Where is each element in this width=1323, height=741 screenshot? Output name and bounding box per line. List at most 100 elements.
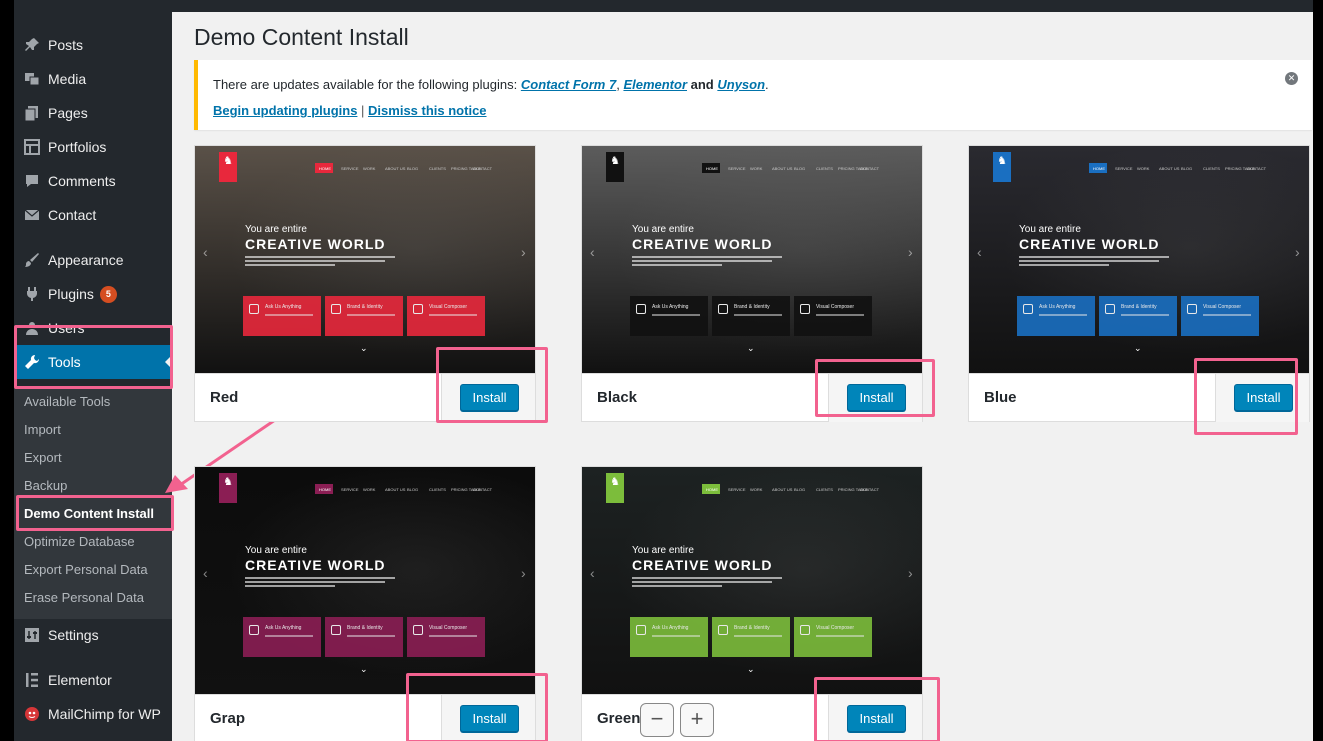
close-icon[interactable]: ✕ bbox=[1285, 72, 1298, 85]
scroll-down-icon: ⌄ bbox=[360, 664, 368, 674]
thumb-feature-box: Brand & Identity bbox=[1099, 296, 1177, 336]
scroll-down-icon: ⌄ bbox=[1134, 343, 1142, 353]
thumb-nav-item: CONTACT bbox=[473, 166, 493, 171]
feature-icon bbox=[331, 304, 341, 314]
slider-prev-icon: ‹ bbox=[977, 244, 982, 260]
feature-icon bbox=[636, 625, 646, 635]
sidebar-item-media[interactable]: Media bbox=[14, 62, 172, 96]
feature-icon bbox=[413, 625, 423, 635]
thumb-nav-item: WORK bbox=[750, 487, 763, 492]
thumb-feature-title: Visual Composer bbox=[429, 625, 467, 631]
plugin-update-notice: There are updates available for the foll… bbox=[194, 60, 1312, 130]
notice-divider: | bbox=[357, 103, 369, 118]
thumb-headline: CREATIVE WORLD bbox=[1019, 236, 1160, 252]
sidebar-item-contact[interactable]: Contact bbox=[14, 198, 172, 232]
thumb-feature-box: Ask Us Anything bbox=[243, 296, 321, 336]
thumb-feature-box: Visual Composer bbox=[407, 617, 485, 657]
feature-icon bbox=[413, 304, 423, 314]
thumb-feature-box: Ask Us Anything bbox=[1017, 296, 1095, 336]
thumb-headline: CREATIVE WORLD bbox=[632, 557, 773, 573]
plugin-link-contact-form-7[interactable]: Contact Form 7 bbox=[521, 77, 616, 92]
demo-thumbnail[interactable]: ♞ HOME SERVICE WORK ABOUT US BLOG CLIENTS PRIC… bbox=[582, 467, 922, 694]
thumb-nav-item: CONTACT bbox=[860, 166, 880, 171]
sidebar-item-elementor[interactable]: Elementor bbox=[14, 663, 172, 697]
pages-icon bbox=[22, 103, 42, 123]
settings-icon bbox=[22, 625, 42, 645]
submenu-erase-personal-data[interactable]: Erase Personal Data bbox=[24, 584, 144, 612]
thumb-headline: CREATIVE WORLD bbox=[245, 557, 386, 573]
plugin-link-unyson[interactable]: Unyson bbox=[717, 77, 765, 92]
thumb-feature-box: Visual Composer bbox=[794, 296, 872, 336]
sidebar-item-appearance[interactable]: Appearance bbox=[14, 243, 172, 277]
thumb-feature-text bbox=[1121, 314, 1169, 316]
thumb-feature-text bbox=[816, 635, 864, 637]
thumb-feature-box: Visual Composer bbox=[1181, 296, 1259, 336]
thumb-feature-box: Brand & Identity bbox=[712, 296, 790, 336]
feature-icon bbox=[1023, 304, 1033, 314]
thumb-headline: CREATIVE WORLD bbox=[245, 236, 386, 252]
demo-thumbnail[interactable]: ♞ HOME SERVICE WORK ABOUT US BLOG CLIENTS PRIC… bbox=[969, 146, 1309, 373]
deer-logo-icon: ♞ bbox=[606, 473, 624, 503]
thumb-paragraph bbox=[632, 577, 782, 587]
submenu-import[interactable]: Import bbox=[24, 416, 61, 444]
slider-next-icon: › bbox=[908, 244, 913, 260]
submenu-available-tools[interactable]: Available Tools bbox=[24, 388, 110, 416]
sidebar-item-label: Comments bbox=[48, 173, 116, 189]
mailchimp-icon bbox=[22, 704, 42, 724]
thumb-feature-title: Visual Composer bbox=[816, 304, 854, 310]
sidebar-item-pages[interactable]: Pages bbox=[14, 96, 172, 130]
thumb-nav-item: WORK bbox=[1137, 166, 1150, 171]
thumb-nav-item: ABOUT US bbox=[385, 487, 406, 492]
slider-next-icon: › bbox=[521, 244, 526, 260]
thumb-headline: CREATIVE WORLD bbox=[632, 236, 773, 252]
submenu-optimize-database[interactable]: Optimize Database bbox=[24, 528, 135, 556]
notice-separator: and bbox=[687, 77, 718, 92]
submenu-export-personal-data[interactable]: Export Personal Data bbox=[24, 556, 148, 584]
highlight-install-green bbox=[814, 677, 940, 741]
feature-icon bbox=[249, 625, 259, 635]
brush-icon bbox=[22, 250, 42, 270]
sidebar-item-plugins[interactable]: Plugins 5 bbox=[14, 277, 172, 311]
thumb-feature-title: Brand & Identity bbox=[1121, 304, 1157, 310]
scroll-down-icon: ⌄ bbox=[747, 664, 755, 674]
plugin-link-elementor[interactable]: Elementor bbox=[623, 77, 687, 92]
thumb-paragraph bbox=[632, 256, 782, 266]
zoom-out-button[interactable]: − bbox=[640, 703, 674, 737]
thumb-paragraph bbox=[1019, 256, 1169, 266]
thumb-nav-item: CONTACT bbox=[473, 487, 493, 492]
sidebar-item-settings[interactable]: Settings bbox=[14, 618, 172, 652]
deer-logo-icon: ♞ bbox=[219, 473, 237, 503]
sidebar-item-mailchimp[interactable]: MailChimp for WP bbox=[14, 697, 172, 731]
sidebar-item-posts[interactable]: Posts bbox=[14, 28, 172, 62]
sidebar-item-comments[interactable]: Comments bbox=[14, 164, 172, 198]
thumb-feature-title: Brand & Identity bbox=[734, 304, 770, 310]
thumb-feature-box: Ask Us Anything bbox=[630, 617, 708, 657]
demo-thumbnail[interactable]: ♞ HOME SERVICE WORK ABOUT US BLOG CLIENTS PRIC… bbox=[195, 467, 535, 694]
demo-thumbnail[interactable]: ♞ HOME SERVICE WORK ABOUT US BLOG CLIENTS PRIC… bbox=[195, 146, 535, 373]
submenu-export[interactable]: Export bbox=[24, 444, 62, 472]
thumb-feature-text bbox=[1039, 314, 1087, 316]
sidebar-item-label: Portfolios bbox=[48, 139, 107, 155]
demo-name: Blue bbox=[984, 389, 1017, 406]
window-edge-right bbox=[1313, 0, 1323, 741]
thumb-feature-text bbox=[652, 635, 700, 637]
thumb-nav-item: CLIENTS bbox=[1203, 166, 1220, 171]
highlight-install-red bbox=[436, 347, 548, 423]
slider-next-icon: › bbox=[908, 565, 913, 581]
begin-updating-link[interactable]: Begin updating plugins bbox=[213, 103, 357, 118]
sidebar-item-portfolios[interactable]: Portfolios bbox=[14, 130, 172, 164]
thumb-feature-title: Brand & Identity bbox=[734, 625, 770, 631]
dismiss-notice-link[interactable]: Dismiss this notice bbox=[368, 103, 486, 118]
thumb-feature-text bbox=[265, 314, 313, 316]
demo-name: Red bbox=[210, 389, 239, 406]
demo-thumbnail[interactable]: ♞ HOME SERVICE WORK ABOUT US BLOG CLIENTS PRIC… bbox=[582, 146, 922, 373]
thumb-feature-title: Ask Us Anything bbox=[265, 625, 302, 631]
thumb-nav-item: SERVICE bbox=[1115, 166, 1133, 171]
zoom-in-button[interactable]: + bbox=[680, 703, 714, 737]
thumb-nav-item: HOME bbox=[706, 166, 718, 171]
thumb-nav-item: CLIENTS bbox=[816, 487, 833, 492]
thumb-feature-text bbox=[347, 314, 395, 316]
demo-name: Black bbox=[597, 389, 638, 406]
mail-icon bbox=[22, 205, 42, 225]
thumb-feature-text bbox=[816, 314, 864, 316]
